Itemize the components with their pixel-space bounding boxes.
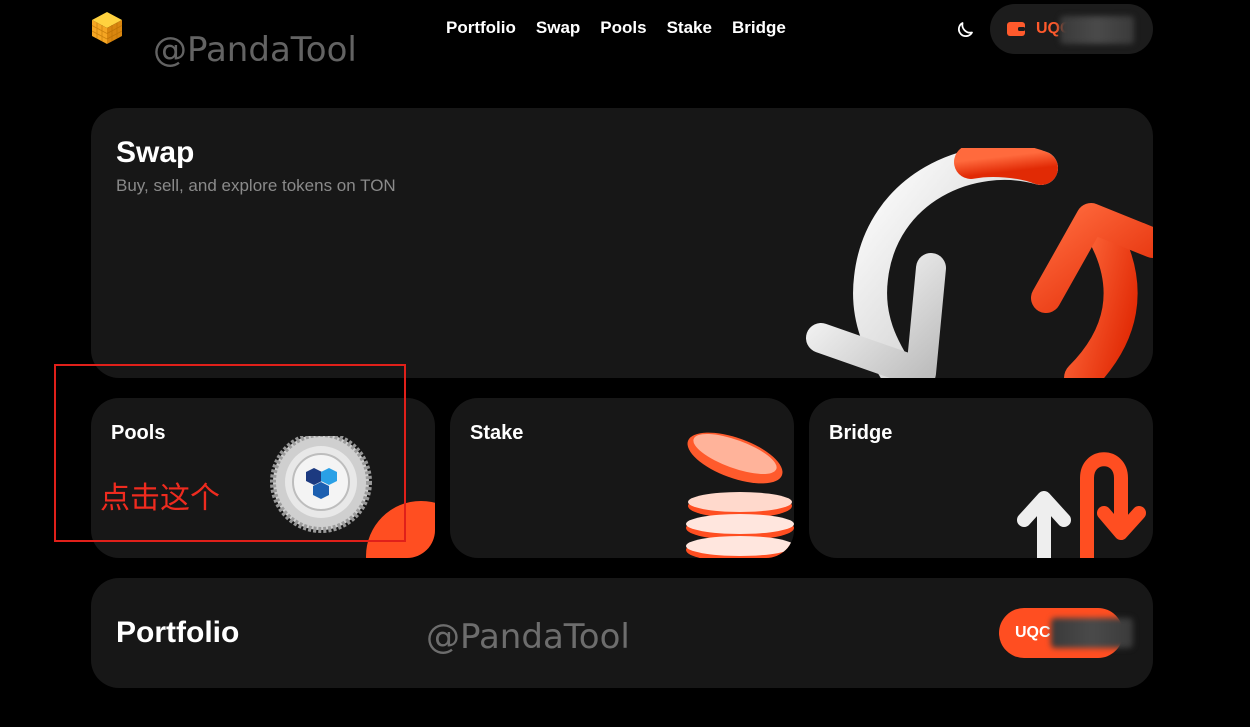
- nav-link-portfolio[interactable]: Portfolio: [446, 18, 516, 38]
- bridge-card[interactable]: Bridge: [809, 398, 1153, 558]
- swap-arrows-icon: [806, 148, 1153, 378]
- swap-title: Swap: [116, 136, 195, 169]
- watermark: @PandaTool: [153, 30, 357, 70]
- annotation-text: 点击这个: [100, 481, 220, 516]
- swap-card[interactable]: Swap Buy, sell, and explore tokens on TO…: [91, 108, 1153, 378]
- stake-coins-icon: [686, 432, 794, 558]
- nav-link-stake[interactable]: Stake: [667, 18, 712, 38]
- nav-link-bridge[interactable]: Bridge: [732, 18, 786, 38]
- stake-title: Stake: [470, 422, 524, 444]
- moon-icon[interactable]: [954, 17, 978, 41]
- bridge-arrows-icon: [1017, 452, 1146, 558]
- nav-link-swap[interactable]: Swap: [536, 18, 580, 38]
- portfolio-title: Portfolio: [116, 616, 240, 649]
- watermark: @PandaTool: [426, 617, 630, 657]
- bridge-title: Bridge: [829, 422, 893, 444]
- blurred-address: [1060, 16, 1134, 44]
- wallet-icon: [1007, 22, 1025, 36]
- stake-card[interactable]: Stake: [450, 398, 794, 558]
- portfolio-wallet-button[interactable]: UQC: [999, 608, 1133, 658]
- logo-icon[interactable]: [90, 10, 124, 46]
- wallet-button[interactable]: UQC: [990, 4, 1153, 54]
- swap-subtitle: Buy, sell, and explore tokens on TON: [116, 176, 396, 195]
- nav-link-pools[interactable]: Pools: [600, 18, 646, 38]
- portfolio-wallet-label: UQC: [1015, 624, 1051, 641]
- blurred-address: [1051, 618, 1133, 648]
- nav-links: Portfolio Swap Pools Stake Bridge: [446, 18, 786, 38]
